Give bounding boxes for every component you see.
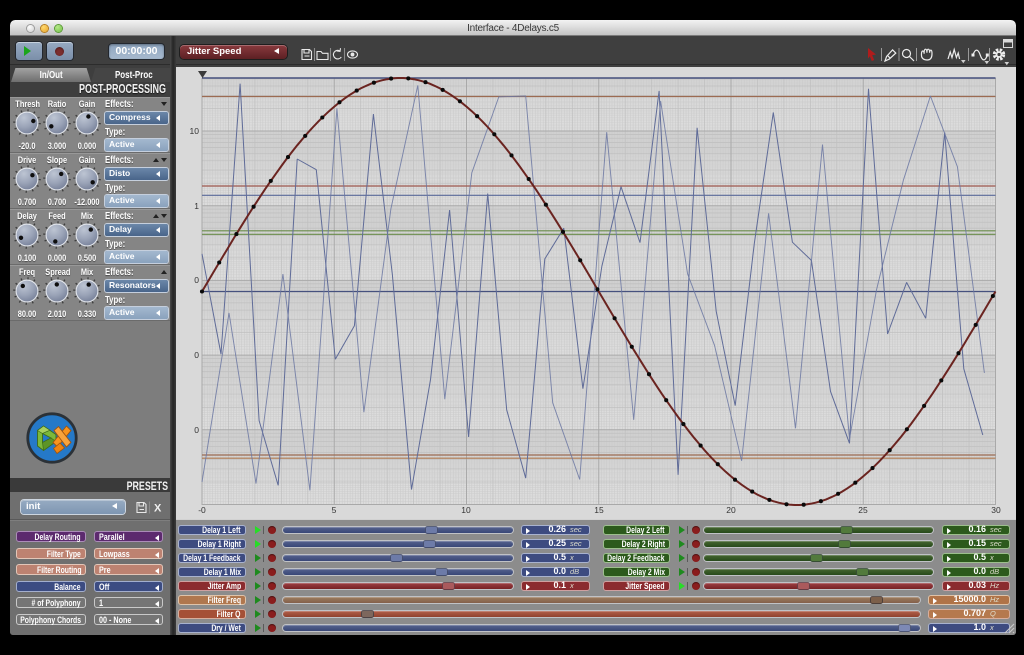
svg-text:1: 1	[194, 201, 199, 211]
svg-text:X: X	[154, 503, 162, 515]
svg-text:0: 0	[194, 425, 199, 435]
svg-text:0: 0	[194, 350, 199, 360]
svg-text:25: 25	[858, 505, 868, 515]
svg-text:0: 0	[194, 275, 199, 285]
svg-text:10: 10	[190, 126, 200, 136]
svg-text:10: 10	[461, 505, 471, 515]
svg-text:-0: -0	[198, 505, 206, 515]
svg-text:20: 20	[726, 505, 736, 515]
svg-text:15: 15	[594, 505, 604, 515]
svg-text:30: 30	[991, 505, 1001, 515]
svg-text:5: 5	[332, 505, 337, 515]
